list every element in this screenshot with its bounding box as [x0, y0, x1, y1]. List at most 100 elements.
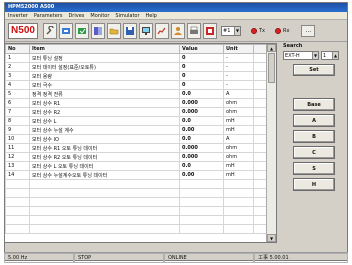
cell-value[interactable]: 0 — [179, 53, 224, 63]
group-button-h[interactable]: H — [293, 178, 335, 191]
group-select[interactable]: EXT-H ▼ — [283, 51, 319, 60]
header-value: Value — [179, 44, 224, 54]
group-button-a[interactable]: A — [293, 114, 335, 127]
table-row[interactable]: 11 모터 상수 R1 오토 튜닝 데이터 0.000 ohm — [5, 143, 268, 153]
group-button-s[interactable]: S — [293, 162, 335, 175]
cell-value[interactable]: 0.0 — [179, 116, 224, 126]
cell-value[interactable]: 0.00 — [179, 125, 224, 135]
window-title: HPM52000 A500 — [5, 3, 347, 12]
cell-unit — [223, 206, 254, 216]
write-params-icon[interactable] — [75, 22, 89, 39]
graph-icon[interactable] — [155, 22, 169, 39]
table-row[interactable]: 6 모터 상수 R1 0.000 ohm — [5, 98, 268, 108]
cell-unit: mH — [223, 170, 254, 180]
chevron-down-icon[interactable]: ▼ — [312, 52, 318, 59]
group-button-base[interactable]: Base — [293, 98, 335, 111]
cell-unit: ohm — [223, 98, 254, 108]
cell-unit: - — [223, 80, 254, 90]
cell-value[interactable] — [179, 179, 224, 189]
table-row[interactable]: 14 모터 상수 누설계수오토 튜닝 데이터 0.00 mH — [5, 170, 268, 180]
table-row[interactable] — [5, 197, 268, 207]
table-row[interactable]: 13 모터 상수 L 오토 튜닝 데이터 0.0 mH — [5, 161, 268, 171]
table-row[interactable]: 9 모터 상수 누설 계수 0.00 mH — [5, 125, 268, 135]
menu-bar: Inverter Parameters Drives Monitor Simul… — [5, 12, 347, 20]
scroll-up-icon[interactable]: ▲ — [267, 44, 276, 52]
table-row[interactable]: 7 모터 상수 R2 0.000 ohm — [5, 107, 268, 117]
cell-unit — [223, 215, 254, 225]
menu-parameters[interactable]: Parameters — [34, 12, 63, 19]
menu-simulator[interactable]: Simulator — [115, 12, 139, 19]
cell-value[interactable]: 0.000 — [179, 143, 224, 153]
table-row[interactable] — [5, 215, 268, 225]
cell-value[interactable]: 0.000 — [179, 98, 224, 108]
menu-help[interactable]: Help — [146, 12, 157, 19]
table-header-row: No Item Value Unit — [5, 44, 268, 54]
table-row[interactable] — [5, 206, 268, 216]
menu-drives[interactable]: Drives — [68, 12, 84, 19]
cell-no: 3 — [5, 71, 30, 81]
port-select[interactable]: #1 ▼ — [221, 25, 241, 36]
table-row[interactable]: 4 모터 극수 0- — [5, 80, 268, 90]
status-bar: 5.00 Hz STOP ONLINE 工事 5.00.01 — [4, 252, 348, 263]
chevron-down-icon[interactable]: ▼ — [234, 26, 240, 35]
table-row[interactable]: 12 모터 상수 R2 오토 튜닝 데이터 0.000 ohm — [5, 152, 268, 162]
cell-no — [5, 179, 30, 189]
status-connection: ONLINE — [164, 253, 254, 263]
cell-item — [29, 179, 180, 189]
table-row[interactable]: 1 모터 튜닝 설정 0- — [5, 53, 268, 63]
cell-value[interactable]: 0.0 — [179, 89, 224, 99]
cell-value[interactable] — [179, 215, 224, 225]
cell-value[interactable]: 0.000 — [179, 107, 224, 117]
group-buttons: Base A B C S H — [283, 98, 343, 191]
group-button-c[interactable]: C — [293, 146, 335, 159]
scroll-thumb[interactable] — [268, 53, 275, 83]
cell-item: 모터 상수 R2 — [29, 107, 180, 117]
cell-value[interactable]: 0.00 — [179, 170, 224, 180]
table-row[interactable]: 3 모터 용량 0- — [5, 71, 268, 81]
number-spinner[interactable]: 1 ▲ — [321, 51, 339, 60]
monitor-icon[interactable] — [139, 22, 153, 39]
cell-no: 1 — [5, 53, 30, 63]
more-button[interactable]: ... — [301, 24, 316, 37]
set-button[interactable]: Set — [293, 64, 335, 76]
scroll-down-icon[interactable]: ▼ — [267, 234, 276, 242]
cell-value[interactable] — [179, 188, 224, 198]
wrench-icon[interactable] — [43, 22, 57, 39]
table-row[interactable]: 2 모터 데이터 설정(표준/오토튜) 0- — [5, 62, 268, 72]
table-row[interactable]: 5 정격 정격 전류 0.0 A — [5, 89, 268, 99]
print-icon[interactable] — [187, 22, 201, 39]
vertical-scrollbar[interactable]: ▲ ▼ — [266, 44, 276, 242]
cell-value[interactable]: 0 — [179, 80, 224, 90]
cell-item: 모터 튜닝 설정 — [29, 53, 180, 63]
cell-value[interactable]: 0.0 — [179, 134, 224, 144]
cell-value[interactable] — [179, 206, 224, 216]
menu-inverter[interactable]: Inverter — [8, 12, 28, 19]
group-button-b[interactable]: B — [293, 130, 335, 143]
parameter-table: No Item Value Unit 1 모터 튜닝 설정 0-2 모터 데이터 설정… — [5, 44, 268, 234]
menu-monitor[interactable]: Monitor — [90, 12, 109, 19]
compare-icon[interactable] — [91, 22, 105, 39]
read-params-icon[interactable] — [59, 22, 73, 39]
spinner-arrows-icon[interactable]: ▲ — [332, 52, 338, 59]
cell-no: 4 — [5, 80, 30, 90]
open-file-icon[interactable] — [107, 22, 121, 39]
table-row[interactable] — [5, 188, 268, 198]
cell-value[interactable]: 0.000 — [179, 152, 224, 162]
cell-value[interactable] — [179, 224, 224, 234]
cell-item: 모터 상수 R2 오토 튜닝 데이터 — [29, 152, 180, 162]
cell-value[interactable]: 0 — [179, 62, 224, 72]
status-frequency: 5.00 Hz — [4, 253, 74, 263]
table-row[interactable] — [5, 224, 268, 234]
cell-value[interactable] — [179, 197, 224, 207]
cell-no — [5, 197, 30, 207]
user-icon[interactable] — [171, 22, 185, 39]
table-row[interactable] — [5, 179, 268, 189]
cell-value[interactable]: 0 — [179, 71, 224, 81]
connect-icon[interactable] — [203, 22, 217, 39]
cell-unit: A — [223, 134, 254, 144]
table-row[interactable]: 10 모터 상수 IO 0.0 A — [5, 134, 268, 144]
cell-value[interactable]: 0.0 — [179, 161, 224, 171]
cell-unit — [223, 188, 254, 198]
table-row[interactable]: 8 모터 상수 L 0.0 mH — [5, 116, 268, 126]
save-file-icon[interactable] — [123, 22, 137, 39]
